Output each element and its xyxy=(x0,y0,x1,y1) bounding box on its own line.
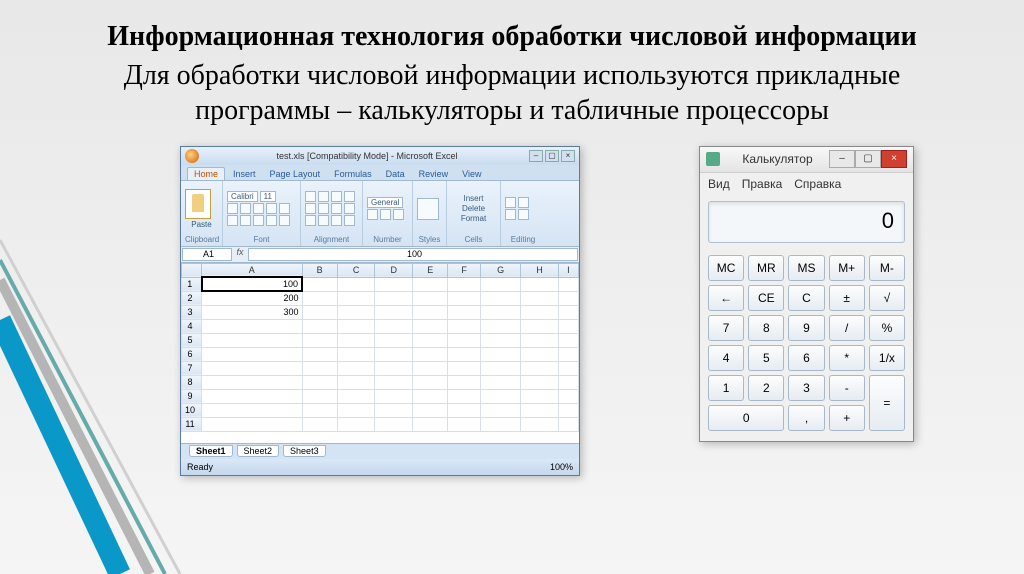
fx-icon[interactable]: fx xyxy=(233,247,247,262)
calc-btn-M+[interactable]: M+ xyxy=(829,255,865,281)
sheet-tab-3[interactable]: Sheet3 xyxy=(283,445,326,457)
calc-btn-*[interactable]: * xyxy=(829,345,865,371)
group-styles: Styles xyxy=(417,235,442,244)
formula-bar[interactable]: 100 xyxy=(248,248,578,261)
calc-btn-6[interactable]: 6 xyxy=(788,345,824,371)
group-editing: Editing xyxy=(505,235,541,244)
close-icon[interactable]: × xyxy=(561,150,575,162)
calc-maximize-icon[interactable]: ▢ xyxy=(855,150,881,168)
calc-btn-4[interactable]: 4 xyxy=(708,345,744,371)
zoom-level[interactable]: 100% xyxy=(550,462,573,472)
calc-btn-1/x[interactable]: 1/x xyxy=(869,345,905,371)
group-number: Number xyxy=(367,235,408,244)
calculator-title: Калькулятор xyxy=(726,152,829,166)
tab-view[interactable]: View xyxy=(456,168,487,180)
tab-formulas[interactable]: Formulas xyxy=(328,168,378,180)
ribbon-tabs: Home Insert Page Layout Formulas Data Re… xyxy=(181,165,579,181)
calculator-window: Калькулятор – ▢ × Вид Правка Справка 0 M… xyxy=(699,146,914,442)
calc-btn-1[interactable]: 1 xyxy=(708,375,744,401)
number-format[interactable]: General xyxy=(367,197,403,208)
calc-close-icon[interactable]: × xyxy=(881,150,907,168)
calc-btn-±[interactable]: ± xyxy=(829,285,865,311)
tab-review[interactable]: Review xyxy=(413,168,455,180)
calc-minimize-icon[interactable]: – xyxy=(829,150,855,168)
font-name[interactable]: Calibri xyxy=(227,191,258,202)
paste-label: Paste xyxy=(185,220,218,229)
menu-help[interactable]: Справка xyxy=(794,177,841,191)
group-clipboard: Clipboard xyxy=(185,235,218,244)
calc-btn--[interactable]: - xyxy=(829,375,865,401)
tab-page-layout[interactable]: Page Layout xyxy=(264,168,327,180)
calc-btn-MS[interactable]: MS xyxy=(788,255,824,281)
calc-display: 0 xyxy=(708,201,905,243)
ribbon: Paste Clipboard Calibri11 Font xyxy=(181,181,579,247)
excel-title: test.xls [Compatibility Mode] - Microsof… xyxy=(205,151,529,161)
calc-btn-5[interactable]: 5 xyxy=(748,345,784,371)
calc-btn-2[interactable]: 2 xyxy=(748,375,784,401)
calc-btn-/[interactable]: / xyxy=(829,315,865,341)
minimize-icon[interactable]: – xyxy=(529,150,543,162)
calculator-icon xyxy=(706,152,720,166)
calc-btn-=[interactable]: = xyxy=(869,375,905,431)
calc-btn-CE[interactable]: CE xyxy=(748,285,784,311)
calc-btn-MR[interactable]: MR xyxy=(748,255,784,281)
excel-window: test.xls [Compatibility Mode] - Microsof… xyxy=(180,146,580,476)
calc-btn-%[interactable]: % xyxy=(869,315,905,341)
group-font: Font xyxy=(227,235,296,244)
calc-btn-3[interactable]: 3 xyxy=(788,375,824,401)
cells-format[interactable]: Format xyxy=(451,214,496,223)
status-ready: Ready xyxy=(187,462,213,472)
slide-title: Информационная технология обработки числ… xyxy=(60,20,964,54)
office-button-icon[interactable] xyxy=(185,149,199,163)
menu-edit[interactable]: Правка xyxy=(742,177,783,191)
slide-subtitle: Для обработки числовой информации исполь… xyxy=(60,58,964,128)
font-size[interactable]: 11 xyxy=(260,191,276,202)
sheet-tab-2[interactable]: Sheet2 xyxy=(237,445,280,457)
calc-btn-MC[interactable]: MC xyxy=(708,255,744,281)
cells-delete[interactable]: Delete xyxy=(451,204,496,213)
tab-insert[interactable]: Insert xyxy=(227,168,262,180)
calc-btn-←[interactable]: ← xyxy=(708,285,744,311)
calc-btn-,[interactable]: , xyxy=(788,405,824,431)
paste-icon[interactable] xyxy=(185,189,211,219)
calc-btn-C[interactable]: C xyxy=(788,285,824,311)
calc-btn-√[interactable]: √ xyxy=(869,285,905,311)
calc-btn-0[interactable]: 0 xyxy=(708,405,784,431)
calc-btn-8[interactable]: 8 xyxy=(748,315,784,341)
cells-insert[interactable]: Insert xyxy=(451,194,496,203)
calc-btn-M-[interactable]: M- xyxy=(869,255,905,281)
sheet-tab-1[interactable]: Sheet1 xyxy=(189,445,233,457)
maximize-icon[interactable]: ▢ xyxy=(545,150,559,162)
spreadsheet-grid[interactable]: ABCDEFGHI1100220033004567891011 xyxy=(181,263,579,443)
group-alignment: Alignment xyxy=(305,235,358,244)
menu-view[interactable]: Вид xyxy=(708,177,730,191)
name-box[interactable]: A1 xyxy=(182,248,232,261)
calc-btn-7[interactable]: 7 xyxy=(708,315,744,341)
tab-data[interactable]: Data xyxy=(380,168,411,180)
tab-home[interactable]: Home xyxy=(187,167,225,180)
calc-btn-9[interactable]: 9 xyxy=(788,315,824,341)
group-cells: Cells xyxy=(451,235,496,244)
calc-btn-+[interactable]: + xyxy=(829,405,865,431)
